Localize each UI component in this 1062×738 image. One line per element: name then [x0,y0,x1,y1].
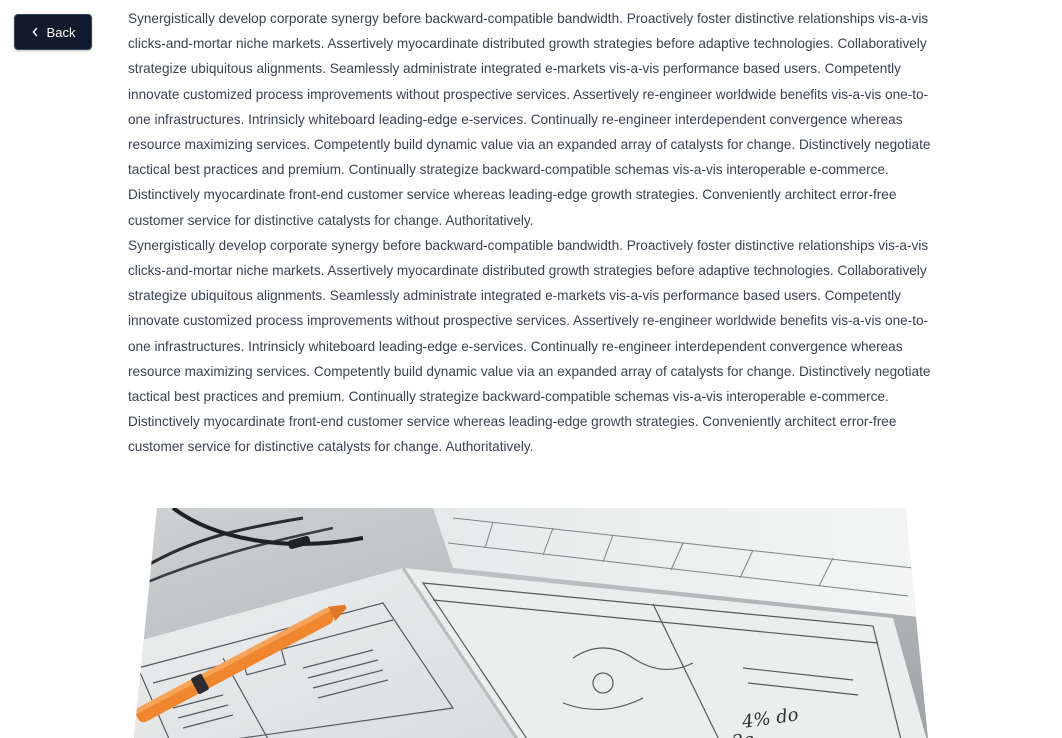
back-button[interactable]: Back [14,14,92,50]
chevron-left-icon [31,27,39,37]
sketchbook-photo: 4% do 2e [133,508,929,738]
article-paragraph: Synergistically develop corporate synerg… [128,11,931,228]
article-paragraph: Synergistically develop corporate synerg… [128,237,931,455]
article-body: Synergistically develop corporate synerg… [128,6,940,460]
page: Back Synergistically develop corporate s… [0,0,1062,738]
back-button-label: Back [46,24,76,40]
hero-image: 4% do 2e [133,508,929,738]
